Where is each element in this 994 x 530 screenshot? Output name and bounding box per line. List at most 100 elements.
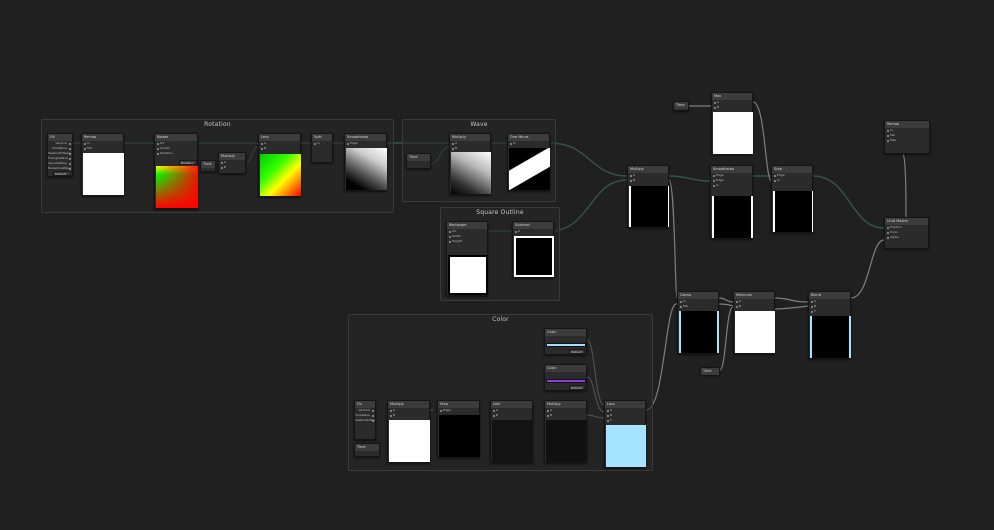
node-step-color[interactable]: Step Edge: [437, 400, 480, 458]
node-minimum[interactable]: Minimum A B: [733, 291, 775, 354]
port-max-b[interactable]: B: [712, 105, 752, 110]
node-split[interactable]: Split In: [311, 133, 333, 163]
node-color-b[interactable]: Color Default: [544, 364, 587, 391]
port-remap-min[interactable]: Min: [82, 146, 123, 151]
port-rotate-rotation[interactable]: Rotation: [155, 151, 197, 156]
node-max-title: Max: [712, 93, 752, 100]
node-multiply-color2[interactable]: Multiply A B: [544, 400, 587, 463]
port-add-color-b[interactable]: B: [491, 413, 532, 418]
preview-rotate: [156, 166, 198, 208]
node-smoothstep-right-title: Smoothstep: [711, 166, 752, 173]
port-lerp-b[interactable]: B: [259, 146, 300, 151]
node-time-color[interactable]: Time: [354, 443, 380, 457]
node-multiply-color[interactable]: Multiply A B: [387, 400, 430, 463]
group-color-title: Color: [492, 316, 509, 323]
node-lerp-color[interactable]: Lerp A B T: [604, 400, 646, 468]
node-time-wave[interactable]: Time: [406, 153, 431, 169]
node-step-color-title: Step: [438, 401, 479, 408]
port-smoothstep-right-in[interactable]: In: [711, 183, 752, 188]
preview-subtract: [514, 236, 554, 277]
uv-dropdown-value: Default: [55, 172, 66, 176]
node-uv-color-title: UV: [355, 401, 375, 408]
preview-step: [773, 191, 813, 232]
node-add-color-title: Add: [491, 401, 532, 408]
port-multiply-wave-b[interactable]: B: [450, 146, 490, 151]
node-max[interactable]: Max A B: [711, 92, 753, 154]
node-master[interactable]: Unlit Master Position Color Alpha: [884, 217, 929, 249]
node-subtract[interactable]: Subtract A: [512, 221, 554, 278]
node-master-title: Unlit Master: [885, 218, 928, 225]
port-minimum-b[interactable]: B: [734, 304, 774, 309]
port-smoothstep-rotation-edge[interactable]: Edge: [345, 141, 386, 146]
port-master-alpha[interactable]: Alpha: [885, 235, 928, 240]
node-lerp[interactable]: Lerp A B: [258, 133, 301, 197]
node-subtract-title: Subtract: [513, 222, 553, 229]
color-a-mode[interactable]: Default: [569, 349, 585, 354]
port-lerp-color-t[interactable]: T: [605, 418, 645, 423]
port-multiply-color-b[interactable]: B: [388, 413, 429, 418]
node-step[interactable]: Step Edge In: [771, 165, 813, 233]
node-clamp-title: Clamp: [678, 292, 718, 299]
node-color-a[interactable]: Color Default: [544, 328, 587, 355]
port-multiply-color2-b[interactable]: B: [545, 413, 586, 418]
port-one-minus-in[interactable]: In: [508, 141, 549, 146]
port-uv-color-2[interactable]: SawtoothWave: [355, 418, 375, 423]
node-clamp[interactable]: Clamp In Min: [677, 291, 719, 354]
preview-multiply-color: [389, 420, 430, 462]
color-b-mode-value: Default: [571, 386, 582, 390]
port-multiply-b[interactable]: B: [219, 165, 245, 170]
port-step-color-edge[interactable]: Edge: [438, 408, 479, 413]
group-rotation-title: Rotation: [204, 121, 231, 128]
node-time-wave-title: Time: [407, 154, 430, 161]
port-remap-right-max[interactable]: Max: [885, 138, 929, 143]
node-multiply-combine[interactable]: Multiply A B: [627, 165, 669, 228]
preview-max: [713, 112, 753, 154]
preview-clamp: [679, 311, 719, 353]
node-remap[interactable]: Remap In Min: [81, 133, 124, 196]
node-blend[interactable]: Blend A B T: [808, 291, 851, 359]
preview-one-minus: [509, 148, 550, 190]
preview-remap: [83, 153, 124, 195]
port-clamp-min[interactable]: Min: [678, 304, 718, 309]
node-multiply-wave[interactable]: Multiply A B: [449, 133, 491, 195]
node-smoothstep-rotation[interactable]: Smoothstep Edge: [344, 133, 387, 191]
preview-minimum: [735, 311, 775, 353]
port-subtract-a[interactable]: A: [513, 229, 553, 234]
shader-graph-canvas[interactable]: Rotation Wave Square Outline Color UV Ve…: [0, 0, 994, 530]
node-remap-title: Remap: [82, 134, 123, 141]
node-smoothstep-rotation-title: Smoothstep: [345, 134, 386, 141]
node-color-a-title: Color: [545, 329, 586, 336]
port-split-in[interactable]: In: [312, 141, 332, 146]
port-blend-opacity[interactable]: T: [809, 309, 850, 314]
node-time-color-title: Time: [355, 444, 379, 451]
preview-lerp: [260, 154, 301, 196]
node-add-color[interactable]: Add A B: [490, 400, 533, 463]
node-rectangle[interactable]: Rectangle UV Width Height: [446, 221, 488, 296]
preview-add-color: [492, 420, 533, 462]
port-rectangle-height[interactable]: Height: [447, 239, 487, 244]
node-remap-right[interactable]: Remap In Min Max: [884, 120, 930, 154]
node-multiply[interactable]: Multiply A B: [218, 152, 246, 174]
node-rotate[interactable]: Rotate UV Center Rotation Radians: [154, 133, 198, 209]
node-smoothstep-right[interactable]: Smoothstep Edge Edge In: [710, 165, 753, 239]
port-multiply-combine-b[interactable]: B: [628, 178, 668, 183]
node-time-bottom[interactable]: Time: [700, 367, 720, 375]
node-uv-color[interactable]: UV Vector2 SineWave SawtoothWave: [354, 400, 376, 440]
preview-lerp-color: [606, 425, 646, 467]
node-one-minus[interactable]: One Minus In: [507, 133, 550, 191]
node-remap-right-title: Remap: [885, 121, 929, 128]
group-wave-title: Wave: [470, 121, 488, 128]
rotate-unit-dropdown[interactable]: Radians: [179, 160, 197, 165]
node-rotate-title: Rotate: [155, 134, 197, 141]
color-b-mode[interactable]: Default: [569, 385, 585, 390]
node-rectangle-title: Rectangle: [447, 222, 487, 229]
port-step-in[interactable]: In: [772, 178, 812, 183]
node-time[interactable]: Time: [200, 160, 216, 172]
node-multiply-title: Multiply: [219, 153, 245, 160]
color-a-swatch[interactable]: [546, 343, 586, 347]
node-time-top[interactable]: Time: [673, 101, 689, 111]
node-minimum-title: Minimum: [734, 292, 774, 299]
uv-dropdown[interactable]: Default: [53, 171, 71, 176]
node-multiply-combine-title: Multiply: [628, 166, 668, 173]
color-b-swatch[interactable]: [546, 379, 586, 383]
